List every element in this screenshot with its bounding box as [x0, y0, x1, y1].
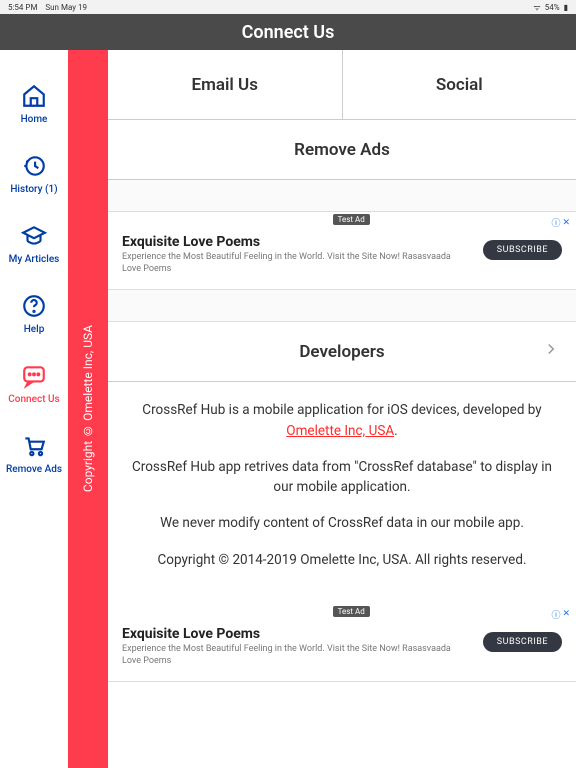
info-paragraph-3: We never modify content of CrossRef data…: [126, 513, 558, 533]
ad-description: Experience the Most Beautiful Feeling in…: [122, 644, 471, 667]
header-title: Connect Us: [242, 22, 335, 43]
ad-info-close[interactable]: ⓘ ✕: [551, 216, 570, 229]
section-developers[interactable]: Developers: [108, 322, 576, 382]
section-label: Developers: [299, 342, 384, 362]
ad-info-icon: ⓘ: [551, 608, 560, 621]
info-paragraph-1: CrossRef Hub is a mobile application for…: [126, 400, 558, 441]
ad-title[interactable]: Exquisite Love Poems: [122, 234, 471, 250]
ad-info-icon: ⓘ: [551, 216, 560, 229]
sidebar-item-help[interactable]: Help: [0, 278, 68, 348]
info-paragraph-2: CrossRef Hub app retrives data from "Cro…: [126, 457, 558, 498]
sidebar-item-label: Help: [24, 324, 45, 335]
history-icon: [20, 152, 48, 180]
sidebar-item-label: History (1): [10, 184, 57, 195]
cart-icon: [20, 432, 48, 460]
spacer: [108, 290, 576, 322]
main-content: Email Us Social Remove Ads Test Ad ⓘ ✕ E…: [108, 50, 576, 768]
section-remove-ads[interactable]: Remove Ads: [108, 120, 576, 180]
section-label: Remove Ads: [294, 140, 390, 160]
sidebar-item-label: Remove Ads: [6, 464, 62, 475]
ad-close-icon: ✕: [562, 218, 570, 228]
status-time: 5:54 PM: [8, 3, 37, 12]
sidebar: Home History (1) My Articles Help Connec: [0, 50, 68, 768]
ad-title[interactable]: Exquisite Love Poems: [122, 626, 471, 642]
ad-card-bottom: Test Ad ⓘ ✕ Exquisite Love Poems Experie…: [108, 604, 576, 682]
ad-description: Experience the Most Beautiful Feeling in…: [122, 252, 471, 275]
sidebar-item-home[interactable]: Home: [0, 68, 68, 138]
tabs: Email Us Social: [108, 50, 576, 120]
ad-subscribe-button[interactable]: SUBSCRIBE: [483, 240, 562, 260]
info-block: CrossRef Hub is a mobile application for…: [108, 382, 576, 604]
tab-social[interactable]: Social: [342, 50, 576, 119]
tab-email[interactable]: Email Us: [108, 50, 342, 119]
home-icon: [20, 82, 48, 110]
app-header: Connect Us: [0, 14, 576, 50]
sidebar-item-label: Connect Us: [8, 394, 59, 405]
spacer: [108, 180, 576, 212]
chat-icon: [20, 362, 48, 390]
battery-icon: ▮: [564, 3, 568, 12]
ad-card-top: Test Ad ⓘ ✕ Exquisite Love Poems Experie…: [108, 212, 576, 290]
status-right: ᯤ 54% ▮: [533, 2, 568, 13]
ad-badge: Test Ad: [333, 214, 370, 225]
chevron-right-icon: [542, 340, 560, 363]
sidebar-item-removeads[interactable]: Remove Ads: [0, 418, 68, 488]
ad-subscribe-button[interactable]: SUBSCRIBE: [483, 632, 562, 652]
ad-info-close[interactable]: ⓘ ✕: [551, 608, 570, 621]
wifi-icon: ᯤ: [533, 2, 540, 13]
ad-badge: Test Ad: [333, 606, 370, 617]
copyright-strip-text: Copyright © Omelette Inc, USA: [81, 325, 95, 492]
graduation-icon: [20, 222, 48, 250]
status-left: 5:54 PM Sun May 19: [8, 3, 87, 12]
info-paragraph-4: Copyright © 2014-2019 Omelette Inc, USA.…: [126, 550, 558, 570]
sidebar-item-label: Home: [21, 114, 48, 125]
ad-close-icon: ✕: [562, 609, 570, 619]
status-bar: 5:54 PM Sun May 19 ᯤ 54% ▮: [0, 0, 576, 14]
sidebar-item-label: My Articles: [9, 254, 60, 265]
accent-strip: Copyright © Omelette Inc, USA: [68, 50, 108, 768]
sidebar-item-articles[interactable]: My Articles: [0, 208, 68, 278]
sidebar-item-connect[interactable]: Connect Us: [0, 348, 68, 418]
help-icon: [20, 292, 48, 320]
battery-percent: 54%: [545, 3, 560, 12]
developer-link[interactable]: Omelette Inc, USA: [286, 423, 394, 439]
sidebar-item-history[interactable]: History (1): [0, 138, 68, 208]
status-date: Sun May 19: [45, 3, 87, 12]
